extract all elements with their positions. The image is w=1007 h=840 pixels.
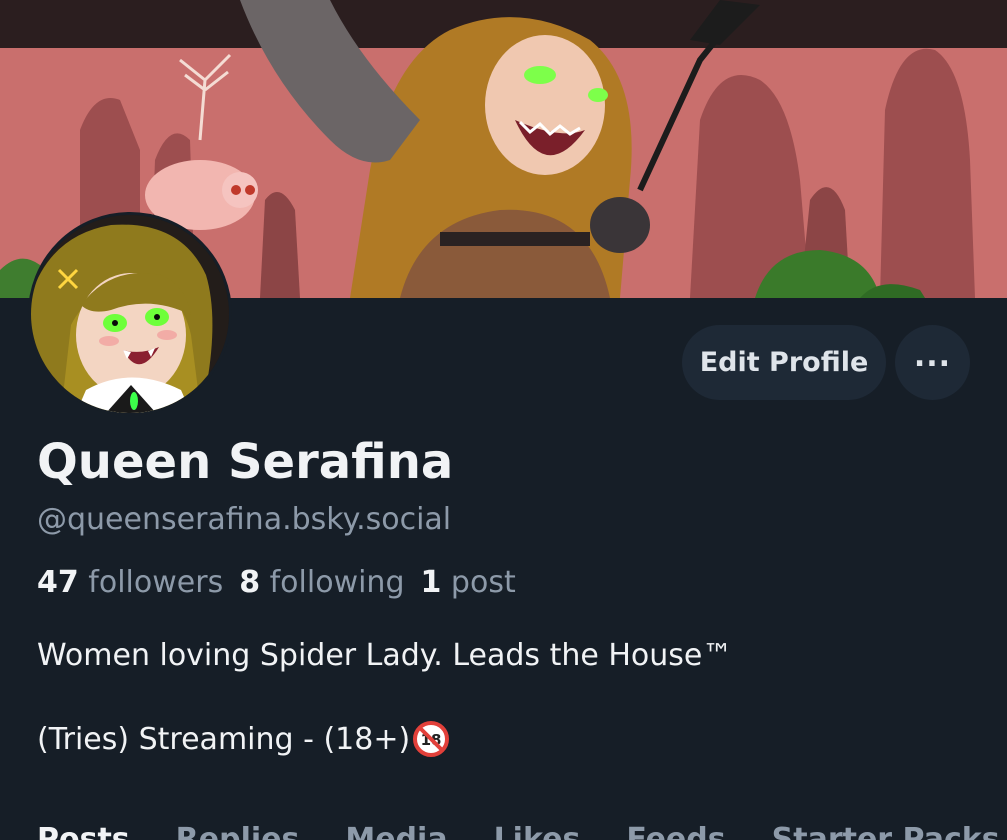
- bio-line-1: Women loving Spider Lady. Leads the Hous…: [37, 638, 733, 673]
- profile-tabs: Posts Replies Media Likes Feeds Starter Packs: [37, 822, 1000, 840]
- more-options-button[interactable]: ...: [895, 325, 970, 400]
- profile-stats: 47 followers 8 following 1 post: [37, 565, 516, 600]
- posts-label: post: [450, 565, 516, 600]
- following-label: following: [269, 565, 405, 600]
- avatar[interactable]: [28, 212, 232, 416]
- posts-count: 1: [420, 565, 442, 600]
- following-link[interactable]: 8 following: [239, 565, 404, 600]
- followers-label: followers: [88, 565, 224, 600]
- tab-replies[interactable]: Replies: [176, 822, 300, 840]
- tab-likes[interactable]: Likes: [494, 822, 581, 840]
- posts-stat: 1 post: [421, 565, 516, 600]
- edit-profile-button[interactable]: Edit Profile: [682, 325, 886, 400]
- bio-line-2-row: (Tries) Streaming - (18+) 18: [37, 720, 450, 758]
- tab-posts[interactable]: Posts: [37, 822, 130, 840]
- profile-handle: @queenserafina.bsky.social: [37, 502, 452, 537]
- bio-line-2: (Tries) Streaming - (18+): [37, 721, 411, 757]
- display-name: Queen Serafina: [37, 434, 454, 490]
- tab-starter-packs[interactable]: Starter Packs: [772, 822, 1000, 840]
- followers-count: 47: [37, 565, 79, 600]
- no-one-under-eighteen-icon: 18: [412, 720, 450, 758]
- followers-link[interactable]: 47 followers: [37, 565, 223, 600]
- tab-media[interactable]: Media: [345, 822, 447, 840]
- tab-feeds[interactable]: Feeds: [626, 822, 725, 840]
- following-count: 8: [239, 565, 261, 600]
- ellipsis-icon: ...: [913, 339, 952, 374]
- profile-page: Edit Profile ... Queen Serafina @queense…: [0, 0, 1007, 840]
